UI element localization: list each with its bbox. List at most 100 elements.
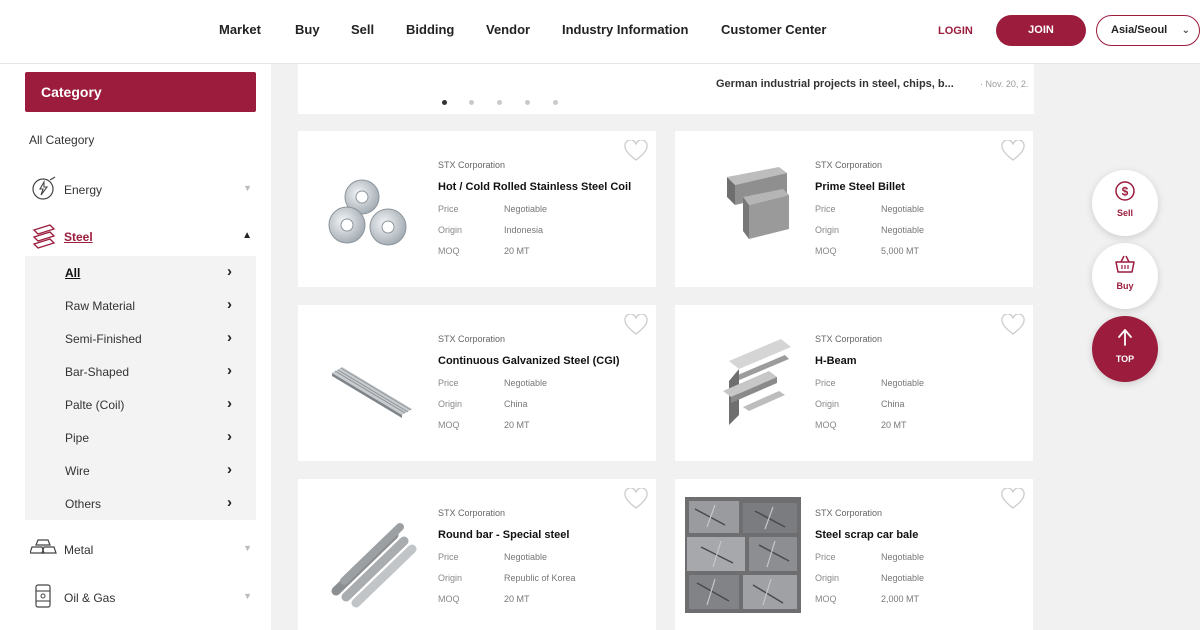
product-title[interactable]: Steel scrap car bale xyxy=(815,529,918,541)
chevron-right-icon: › xyxy=(227,461,232,478)
product-title[interactable]: Round bar - Special steel xyxy=(438,529,569,541)
news-banner: German industrial projects in steel, chi… xyxy=(298,64,1034,114)
product-card[interactable]: STX Corporation Round bar - Special stee… xyxy=(298,479,656,630)
caret-down-icon: ▼ xyxy=(243,591,252,601)
nav-industry-information[interactable]: Industry Information xyxy=(562,22,688,37)
category-label: Energy xyxy=(64,183,103,197)
subcategory-label: Palte (Coil) xyxy=(65,398,125,412)
category-label: Metal xyxy=(64,543,94,557)
carousel-dot[interactable] xyxy=(469,100,474,105)
nav-market[interactable]: Market xyxy=(219,22,261,37)
subcategory-label: Wire xyxy=(65,464,90,478)
timezone-select[interactable]: Asia/Seoul ⌄ xyxy=(1096,15,1200,46)
moq-value: 20 MT xyxy=(881,420,907,430)
origin-value: Negotiable xyxy=(881,573,925,583)
heart-icon[interactable] xyxy=(1001,488,1025,510)
metal-icon xyxy=(30,539,57,554)
price-label: Price xyxy=(438,552,459,562)
subcategory-wire[interactable]: Wire › xyxy=(25,454,256,487)
subcategory-label: Semi-Finished xyxy=(65,332,142,346)
heart-icon[interactable] xyxy=(1001,140,1025,162)
product-title[interactable]: Continuous Galvanized Steel (CGI) xyxy=(438,355,620,367)
subcategory-pipe[interactable]: Pipe › xyxy=(25,421,256,454)
dollar-coin-icon: $ xyxy=(1115,181,1135,201)
origin-value: Negotiable xyxy=(881,225,925,235)
category-metal[interactable]: Metal ▼ xyxy=(30,534,256,566)
product-card[interactable]: STX Corporation Prime Steel Billet Price… xyxy=(675,131,1033,287)
product-title[interactable]: Hot / Cold Rolled Stainless Steel Coil xyxy=(438,181,631,193)
chevron-right-icon: › xyxy=(227,296,232,313)
h-beam-image xyxy=(723,339,791,425)
price-label: Price xyxy=(815,552,836,562)
product-card[interactable]: STX Corporation H-Beam Price Negotiable … xyxy=(675,305,1033,461)
category-steel[interactable]: Steel ▲ xyxy=(30,221,256,253)
chevron-right-icon: › xyxy=(227,263,232,280)
vendor-name: STX Corporation xyxy=(815,160,883,170)
product-card[interactable]: STX Corporation Hot / Cold Rolled Stainl… xyxy=(298,131,656,287)
caret-up-icon: ▲ xyxy=(242,230,252,241)
origin-label: Origin xyxy=(815,573,840,583)
heart-icon[interactable] xyxy=(624,314,648,336)
timezone-value: Asia/Seoul xyxy=(1111,24,1168,36)
join-button[interactable]: JOIN xyxy=(996,15,1086,46)
nav-vendor[interactable]: Vendor xyxy=(486,22,530,37)
subcategory-raw-material[interactable]: Raw Material › xyxy=(25,289,256,322)
floating-buy-button[interactable]: Buy xyxy=(1092,243,1158,309)
svg-text:$: $ xyxy=(1122,185,1129,199)
subcategory-others[interactable]: Others › xyxy=(25,487,256,520)
product-card[interactable]: STX Corporation Steel scrap car bale Pri… xyxy=(675,479,1033,630)
product-title[interactable]: H-Beam xyxy=(815,355,857,367)
nav-customer-center[interactable]: Customer Center xyxy=(721,22,826,37)
all-category-link[interactable]: All Category xyxy=(29,133,94,147)
subcategory-label: All xyxy=(65,266,81,280)
category-sidebar: Category All Category Energy ▼ Steel ▲ A… xyxy=(0,64,271,630)
category-oil-gas[interactable]: Oil & Gas ▼ xyxy=(30,582,256,614)
category-energy[interactable]: Energy ▼ xyxy=(30,174,256,206)
galvanized-sheet-image xyxy=(332,367,412,418)
product-card[interactable]: STX Corporation Continuous Galvanized St… xyxy=(298,305,656,461)
heart-icon[interactable] xyxy=(624,140,648,162)
caret-down-icon: ▼ xyxy=(243,543,252,553)
moq-value: 20 MT xyxy=(504,594,530,604)
carousel-dot-active[interactable] xyxy=(442,100,447,105)
subcategory-label: Others xyxy=(65,497,102,511)
subcategory-all[interactable]: All › xyxy=(25,256,256,289)
moq-label: MOQ xyxy=(438,594,460,604)
moq-label: MOQ xyxy=(815,420,837,430)
price-value: Negotiable xyxy=(881,552,925,562)
nav-bidding[interactable]: Bidding xyxy=(406,22,454,37)
vendor-name: STX Corporation xyxy=(438,160,506,170)
heart-icon[interactable] xyxy=(624,488,648,510)
nav-buy[interactable]: Buy xyxy=(295,22,320,37)
vendor-name: STX Corporation xyxy=(438,508,506,518)
moq-label: MOQ xyxy=(815,246,837,256)
news-date: · Nov. 20, 2. xyxy=(980,79,1029,89)
chevron-right-icon: › xyxy=(227,362,232,379)
scroll-to-top-button[interactable]: TOP xyxy=(1092,316,1158,382)
subcategory-semi-finished[interactable]: Semi-Finished › xyxy=(25,322,256,355)
origin-label: Origin xyxy=(815,399,840,409)
subcategory-label: Raw Material xyxy=(65,299,136,313)
moq-label: MOQ xyxy=(815,594,837,604)
carousel-dot[interactable] xyxy=(525,100,530,105)
carousel-dot[interactable] xyxy=(497,100,502,105)
basket-icon xyxy=(1115,255,1135,273)
subcategory-bar-shaped[interactable]: Bar-Shaped › xyxy=(25,355,256,388)
news-headline[interactable]: German industrial projects in steel, chi… xyxy=(716,78,954,90)
price-label: Price xyxy=(438,378,459,388)
heart-icon[interactable] xyxy=(1001,314,1025,336)
moq-value: 5,000 MT xyxy=(881,246,920,256)
login-link[interactable]: LOGIN xyxy=(938,25,973,37)
steel-subcategory-list: All › Raw Material › Semi-Finished › Bar… xyxy=(25,256,256,520)
floating-sell-button[interactable]: $ Sell xyxy=(1092,170,1158,236)
product-title[interactable]: Prime Steel Billet xyxy=(815,181,905,193)
floating-buy-label: Buy xyxy=(1116,281,1134,291)
oil-barrel-icon xyxy=(35,584,51,608)
scrap-bale-image xyxy=(685,497,801,613)
carousel-dot[interactable] xyxy=(553,100,558,105)
category-label: Steel xyxy=(64,230,93,244)
subcategory-plate-coil[interactable]: Palte (Coil) › xyxy=(25,388,256,421)
round-bar-image xyxy=(331,523,417,608)
vendor-name: STX Corporation xyxy=(815,334,883,344)
nav-sell[interactable]: Sell xyxy=(351,22,374,37)
